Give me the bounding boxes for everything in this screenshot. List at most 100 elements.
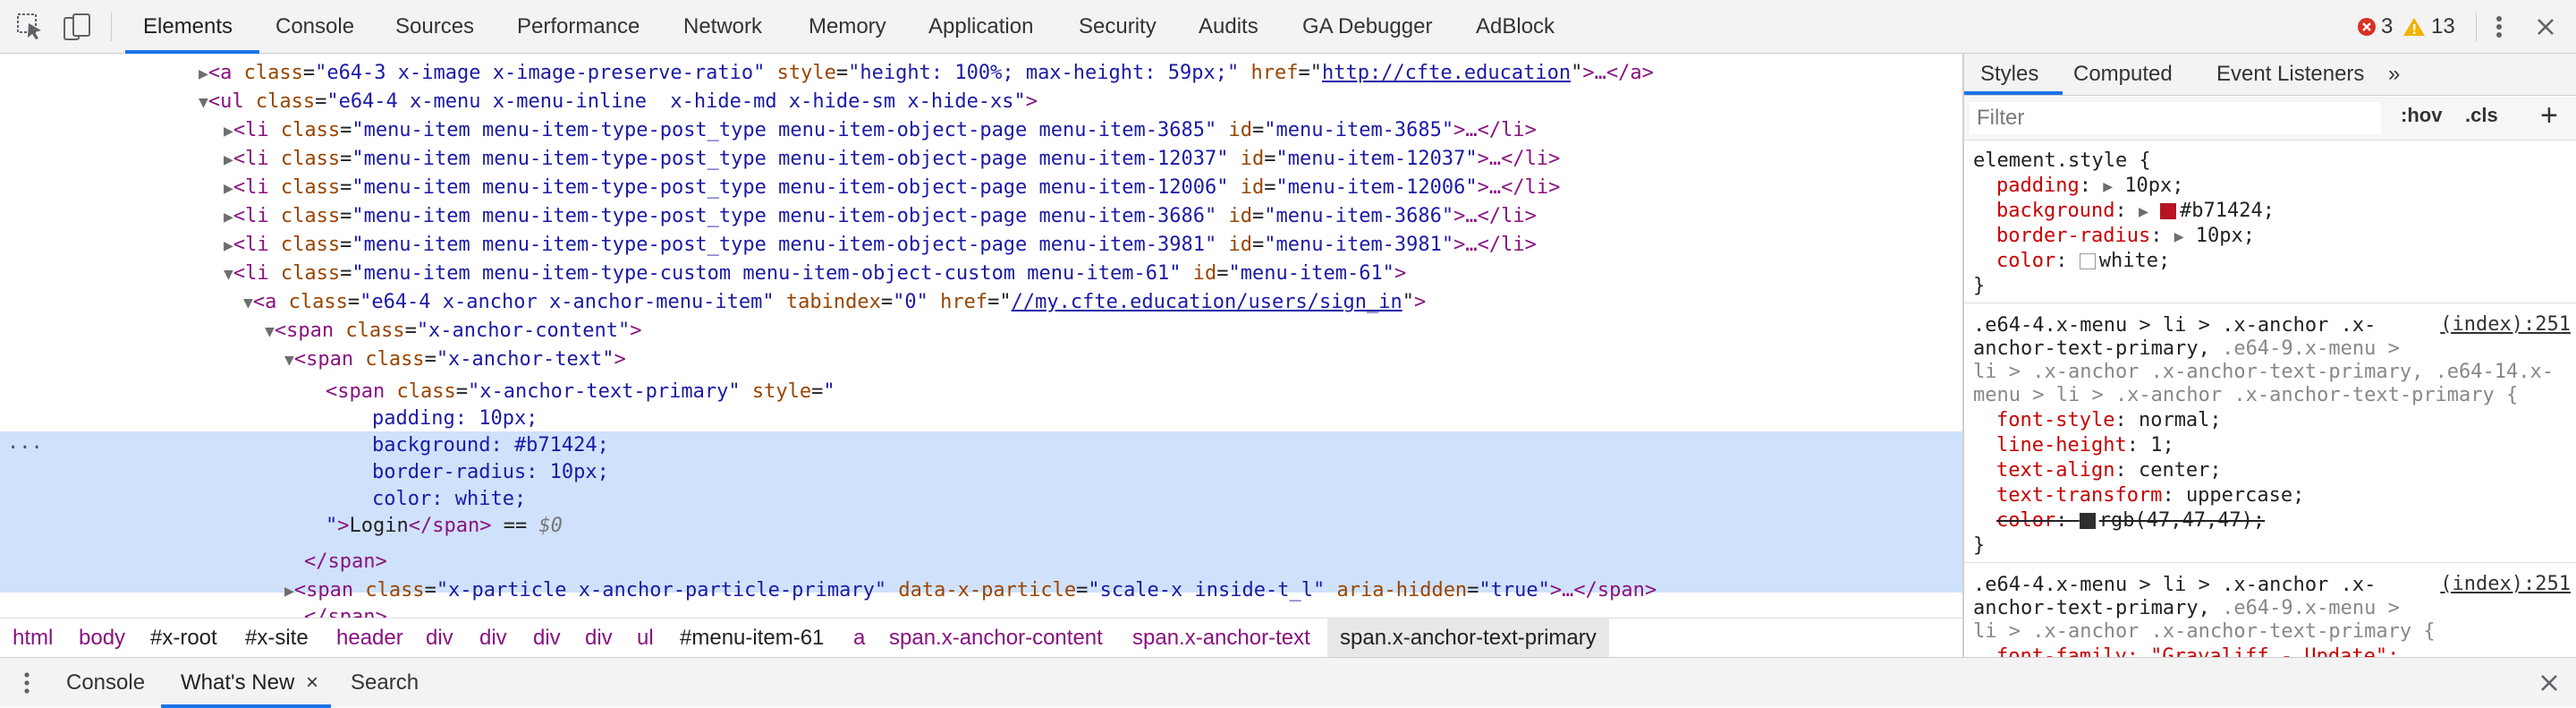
rule-selector[interactable]: anchor-text-primary, .e64-9.x-menu > <box>1973 596 2400 621</box>
breadcrumb-div[interactable]: div <box>479 618 507 658</box>
dom-node-li[interactable]: ▶<li class="menu-item menu-item-type-pos… <box>224 145 1560 174</box>
drawer-tab-console[interactable]: Console <box>66 658 145 708</box>
rule-selector[interactable]: li > .x-anchor .x-anchor-text-primary { <box>1973 619 2436 644</box>
tab-adblock[interactable]: AdBlock <box>1476 0 1555 54</box>
tab-elements[interactable]: Elements <box>143 0 233 54</box>
collapse-arrow-icon[interactable]: ▼ <box>199 93 208 112</box>
close-tab-icon[interactable]: × <box>306 658 318 708</box>
tab-performance[interactable]: Performance <box>517 0 640 54</box>
breadcrumb-div[interactable]: div <box>533 618 561 658</box>
tab-memory[interactable]: Memory <box>809 0 886 54</box>
expand-arrow-icon[interactable]: ▶ <box>224 122 233 141</box>
inspect-element-icon[interactable] <box>14 11 47 43</box>
breadcrumb-html[interactable]: html <box>13 618 53 658</box>
dom-node-span-close[interactable]: </span> <box>304 548 387 576</box>
dom-node-a-anchor[interactable]: ▼<a class="e64-4 x-anchor x-anchor-menu-… <box>243 288 1426 317</box>
overridden-style-property[interactable]: color: rgb(47,47,47); <box>1996 508 2265 533</box>
more-tabs-chevron-icon[interactable]: » <box>2388 54 2400 95</box>
dom-node-a-image[interactable]: ▶<a class="e64-3 x-image x-image-preserv… <box>199 59 1654 88</box>
style-property[interactable]: line-height: 1; <box>1996 433 2174 458</box>
breadcrumb-ul[interactable]: ul <box>637 618 654 658</box>
tab-application[interactable]: Application <box>928 0 1033 54</box>
dom-node-span-anchor-text[interactable]: ▼<span class="x-anchor-text"> <box>284 345 626 374</box>
expand-arrow-icon[interactable]: ▶ <box>224 179 233 198</box>
rule-source-link[interactable]: (index):251 <box>2440 313 2571 336</box>
tab-ga-debugger[interactable]: GA Debugger <box>1302 0 1432 54</box>
close-drawer-icon[interactable] <box>2537 670 2562 695</box>
drawer-tab-whats-new[interactable]: What's New <box>181 658 294 708</box>
dom-node-span-particle[interactable]: ▶<span class="x-particle x-anchor-partic… <box>284 576 1657 605</box>
color-swatch-icon[interactable] <box>2079 253 2096 269</box>
style-property[interactable]: border-radius: ▶ 10px; <box>1996 224 2255 249</box>
warning-icon[interactable] <box>2402 16 2426 38</box>
styles-filter-input[interactable] <box>1970 102 2381 134</box>
style-property[interactable]: font-family: "Gravaliff - Update"; <box>1996 644 2399 657</box>
tab-event-listeners[interactable]: Event Listeners <box>2216 54 2364 95</box>
breadcrumb-x-site[interactable]: #x-site <box>245 618 309 658</box>
breadcrumb-span-anchor-text-primary[interactable]: span.x-anchor-text-primary <box>1327 618 1609 658</box>
tab-sources[interactable]: Sources <box>395 0 474 54</box>
style-property[interactable]: text-align: center; <box>1996 458 2222 483</box>
close-devtools-icon[interactable] <box>2531 13 2560 41</box>
tab-security[interactable]: Security <box>1079 0 1157 54</box>
style-property[interactable]: padding: ▶ 10px; <box>1996 174 2184 199</box>
rule-selector[interactable]: anchor-text-primary, .e64-9.x-menu > <box>1973 337 2400 362</box>
rule-selector[interactable]: .e64-4.x-menu > li > .x-anchor .x- <box>1973 313 2376 338</box>
breadcrumb-span-anchor-text[interactable]: span.x-anchor-text <box>1132 618 1310 658</box>
rule-selector[interactable]: li > .x-anchor .x-anchor-text-primary, .… <box>1973 360 2554 385</box>
dom-node-ul-menu[interactable]: ▼<ul class="e64-4 x-menu x-menu-inline x… <box>199 88 1038 116</box>
expand-arrow-icon[interactable]: ▶ <box>224 208 233 226</box>
rule-selector[interactable]: menu > li > .x-anchor .x-anchor-text-pri… <box>1973 383 2518 408</box>
warning-count[interactable]: 13 <box>2431 14 2455 39</box>
collapse-arrow-icon[interactable]: ▼ <box>243 294 253 312</box>
tab-console[interactable]: Console <box>275 0 354 54</box>
expand-arrow-icon[interactable]: ▶ <box>224 236 233 255</box>
dom-tree[interactable]: ... ▶<a class="e64-3 x-image x-image-pre… <box>0 54 1962 618</box>
color-swatch-icon[interactable] <box>2160 203 2177 219</box>
node-actions-ellipsis[interactable]: ... <box>7 431 43 454</box>
hover-state-toggle[interactable]: :hov <box>2401 104 2442 127</box>
breadcrumb-body[interactable]: body <box>79 618 125 658</box>
dom-node-span-close[interactable]: </span> <box>304 603 387 618</box>
style-property[interactable]: color: white; <box>1996 249 2170 274</box>
dom-node-span-primary-close[interactable]: ">Login</span> == $0 <box>326 512 563 541</box>
device-toolbar-icon[interactable] <box>61 11 93 43</box>
error-icon[interactable] <box>2356 16 2377 38</box>
error-count[interactable]: 3 <box>2381 14 2393 39</box>
style-property[interactable]: text-transform: uppercase; <box>1996 483 2304 508</box>
dom-node-span-anchor-text-primary[interactable]: <span class="x-anchor-text-primary" styl… <box>326 378 835 406</box>
tab-styles[interactable]: Styles <box>1980 54 2038 95</box>
add-rule-icon[interactable]: + <box>2540 98 2558 133</box>
dom-node-li[interactable]: ▶<li class="menu-item menu-item-type-pos… <box>224 116 1537 145</box>
collapse-arrow-icon[interactable]: ▼ <box>265 322 275 341</box>
collapse-arrow-icon[interactable]: ▼ <box>284 351 294 370</box>
expand-arrow-icon[interactable]: ▶ <box>2103 177 2113 196</box>
expand-arrow-icon[interactable]: ▶ <box>2174 227 2184 246</box>
tab-network[interactable]: Network <box>683 0 762 54</box>
breadcrumb-a[interactable]: a <box>853 618 865 658</box>
dom-node-li[interactable]: ▶<li class="menu-item menu-item-type-pos… <box>224 202 1537 231</box>
dom-node-li[interactable]: ▶<li class="menu-item menu-item-type-pos… <box>224 174 1560 202</box>
dom-node-span-anchor-content[interactable]: ▼<span class="x-anchor-content"> <box>265 317 641 345</box>
dom-node-li-menu-item-61[interactable]: ▼<li class="menu-item menu-item-type-cus… <box>224 260 1406 288</box>
breadcrumb-menu-item-61[interactable]: #menu-item-61 <box>680 618 824 658</box>
breadcrumb-div[interactable]: div <box>585 618 613 658</box>
breadcrumb-x-root[interactable]: #x-root <box>150 618 217 658</box>
drawer-menu-icon[interactable] <box>18 670 36 695</box>
color-swatch-icon[interactable] <box>2079 513 2096 529</box>
rule-source-link[interactable]: (index):251 <box>2440 573 2571 595</box>
expand-arrow-icon[interactable]: ▶ <box>199 64 208 83</box>
breadcrumb-span-anchor-content[interactable]: span.x-anchor-content <box>889 618 1103 658</box>
collapse-arrow-icon[interactable]: ▼ <box>224 265 233 284</box>
style-property[interactable]: font-style: normal; <box>1996 408 2222 433</box>
tab-audits[interactable]: Audits <box>1199 0 1258 54</box>
dom-node-li[interactable]: ▶<li class="menu-item menu-item-type-pos… <box>224 231 1537 260</box>
class-toggle[interactable]: .cls <box>2465 104 2498 127</box>
tab-computed[interactable]: Computed <box>2073 54 2173 95</box>
style-property[interactable]: background: ▶ #b71424; <box>1996 199 2275 224</box>
breadcrumb-header[interactable]: header <box>336 618 403 658</box>
breadcrumb-div[interactable]: div <box>426 618 453 658</box>
expand-arrow-icon[interactable]: ▶ <box>2139 202 2148 221</box>
more-options-icon[interactable] <box>2487 13 2512 41</box>
rule-selector[interactable]: .e64-4.x-menu > li > .x-anchor .x- <box>1973 573 2376 598</box>
